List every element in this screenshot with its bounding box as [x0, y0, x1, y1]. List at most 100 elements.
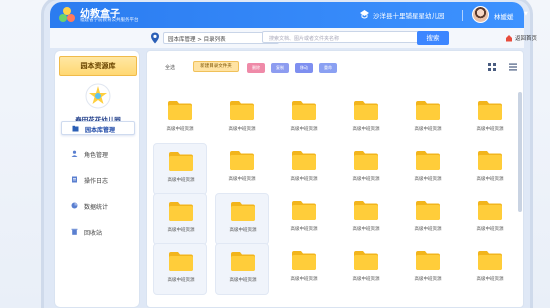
folder-icon: [354, 251, 378, 270]
folder-item[interactable]: 高级中班资源: [277, 93, 331, 145]
folder-label: 高级中班资源: [352, 177, 380, 182]
back-home-link[interactable]: 返回首页: [515, 34, 537, 42]
folder-icon: [169, 252, 193, 271]
home-icon[interactable]: [505, 34, 513, 42]
content-panel: 全选 新建目录文件夹 删除 复制 移动 重命 高级中班资源 高级中班资源 高级中班资…: [146, 50, 524, 308]
folder-item[interactable]: 高级中班资源: [277, 143, 331, 195]
folder-item[interactable]: 高级中班资源: [215, 143, 269, 195]
folder-icon: [231, 252, 255, 271]
folder-label: 高级中班资源: [352, 227, 380, 232]
folder-icon: [354, 201, 378, 220]
folder-label: 高级中班资源: [476, 127, 504, 132]
folder-item[interactable]: 高级中班资源: [401, 193, 455, 245]
folder-item[interactable]: 高级中班资源: [215, 243, 269, 295]
folder-item[interactable]: 高级中班资源: [463, 93, 517, 145]
chevron-down-icon[interactable]: ▼: [524, 11, 528, 17]
header-divider: [462, 10, 463, 21]
folder-item[interactable]: 高级中班资源: [463, 143, 517, 195]
folder-item[interactable]: 高级中班资源: [153, 243, 207, 295]
folder-icon: [292, 251, 316, 270]
move-button[interactable]: 移动: [295, 63, 313, 73]
folder-icon: [292, 101, 316, 120]
sidebar-item-label: 回收站: [84, 230, 103, 237]
delete-button[interactable]: 删除: [247, 63, 265, 73]
sidebar-item-trash[interactable]: 回收站: [61, 225, 135, 239]
folder-item[interactable]: 高级中班资源: [277, 243, 331, 295]
folder-item[interactable]: 高级中班资源: [401, 143, 455, 195]
copy-button[interactable]: 复制: [271, 63, 289, 73]
search-button[interactable]: 搜索: [417, 31, 449, 45]
folder-label: 高级中班资源: [352, 277, 380, 282]
app-header: 幼教盒子 福建省学前教育公共服务平台 沙洋县十里铺星星幼儿园 林媛媛 ▼: [50, 2, 528, 28]
folder-icon: [168, 101, 192, 120]
app-logo-icon: [59, 7, 75, 22]
folder-icon: [169, 152, 193, 171]
avatar[interactable]: [472, 6, 489, 23]
sidebar-item-roles[interactable]: 角色管理: [61, 147, 135, 161]
folder-icon: [231, 202, 255, 221]
folder-label: 高级中班资源: [290, 227, 318, 232]
folder-label: 高级中班资源: [228, 127, 256, 132]
list-view-icon[interactable]: [509, 63, 517, 71]
grid-view-icon[interactable]: [488, 63, 496, 71]
trash-icon: [71, 228, 78, 235]
folder-icon: [416, 101, 440, 120]
folder-label: 高级中班资源: [167, 178, 195, 183]
folder-item[interactable]: 高级中班资源: [339, 243, 393, 295]
folder-label: 高级中班资源: [229, 278, 257, 283]
brand-subtitle: 福建省学前教育公共服务平台: [80, 18, 139, 23]
folder-icon: [416, 251, 440, 270]
folder-item[interactable]: 高级中班资源: [277, 193, 331, 245]
folder-label: 高级中班资源: [414, 127, 442, 132]
folder-icon: [478, 201, 502, 220]
scrollbar[interactable]: [518, 92, 522, 212]
sidebar-item-resource-manage[interactable]: 园本库管理: [61, 121, 135, 135]
folder-item[interactable]: 高级中班资源: [215, 93, 269, 145]
sidebar-item-stats[interactable]: 数据统计: [61, 199, 135, 213]
folder-label: 高级中班资源: [290, 127, 318, 132]
folder-icon: [292, 151, 316, 170]
folder-item[interactable]: 高级中班资源: [153, 93, 207, 145]
folder-icon: [230, 101, 254, 120]
log-icon: [72, 176, 77, 183]
select-all-checkbox[interactable]: 全选: [165, 64, 175, 71]
folder-icon: [230, 151, 254, 170]
folder-item[interactable]: 高级中班资源: [401, 93, 455, 145]
folder-item[interactable]: 高级中班资源: [339, 193, 393, 245]
folder-item[interactable]: 高级中班资源: [339, 93, 393, 145]
stage: 幼教盒子 福建省学前教育公共服务平台 沙洋县十里铺星星幼儿园 林媛媛 ▼ 园本库…: [0, 0, 550, 308]
sidebar-item-log[interactable]: 操作日志: [61, 173, 135, 187]
rename-button[interactable]: 重命: [319, 63, 337, 73]
folder-label: 高级中班资源: [476, 177, 504, 182]
folder-label: 高级中班资源: [414, 227, 442, 232]
folder-item[interactable]: 高级中班资源: [463, 193, 517, 245]
sidebar-item-label: 角色管理: [84, 152, 109, 159]
folder-label: 高级中班资源: [352, 127, 380, 132]
folder-icon: [416, 201, 440, 220]
folder-icon: [478, 151, 502, 170]
school-name[interactable]: 沙洋县十里铺星星幼儿园: [373, 10, 445, 20]
folder-icon: [169, 202, 193, 221]
search-input[interactable]: 搜索文档、图片或者文件夹名称: [262, 31, 420, 43]
sidebar-item-label: 数据统计: [84, 204, 109, 211]
folder-item[interactable]: 高级中班资源: [153, 193, 207, 245]
folder-label: 高级中班资源: [167, 228, 195, 233]
folder-label: 高级中班资源: [228, 177, 256, 182]
folder-label: 高级中班资源: [166, 127, 194, 132]
folder-label: 高级中班资源: [290, 177, 318, 182]
location-pin-icon: [151, 32, 159, 44]
folder-item[interactable]: 高级中班资源: [339, 143, 393, 195]
folder-item[interactable]: 高级中班资源: [463, 243, 517, 295]
folder-icon: [416, 151, 440, 170]
folder-manage-icon: [72, 125, 79, 132]
folder-item[interactable]: 高级中班资源: [153, 143, 207, 195]
folder-item[interactable]: 高级中班资源: [401, 243, 455, 295]
folder-item[interactable]: 高级中班资源: [215, 193, 269, 245]
folder-label: 高级中班资源: [229, 228, 257, 233]
sidebar: 园本资源库 春田花花幼儿园 园本库管理 角色管理 操作日志 数据统计 回收站: [54, 50, 140, 308]
user-name[interactable]: 林媛媛: [494, 11, 514, 21]
folder-icon: [478, 251, 502, 270]
kindergarten-logo-icon: [85, 83, 111, 109]
new-folder-button[interactable]: 新建目录文件夹: [193, 61, 239, 72]
sidebar-item-label: 操作日志: [84, 178, 109, 185]
